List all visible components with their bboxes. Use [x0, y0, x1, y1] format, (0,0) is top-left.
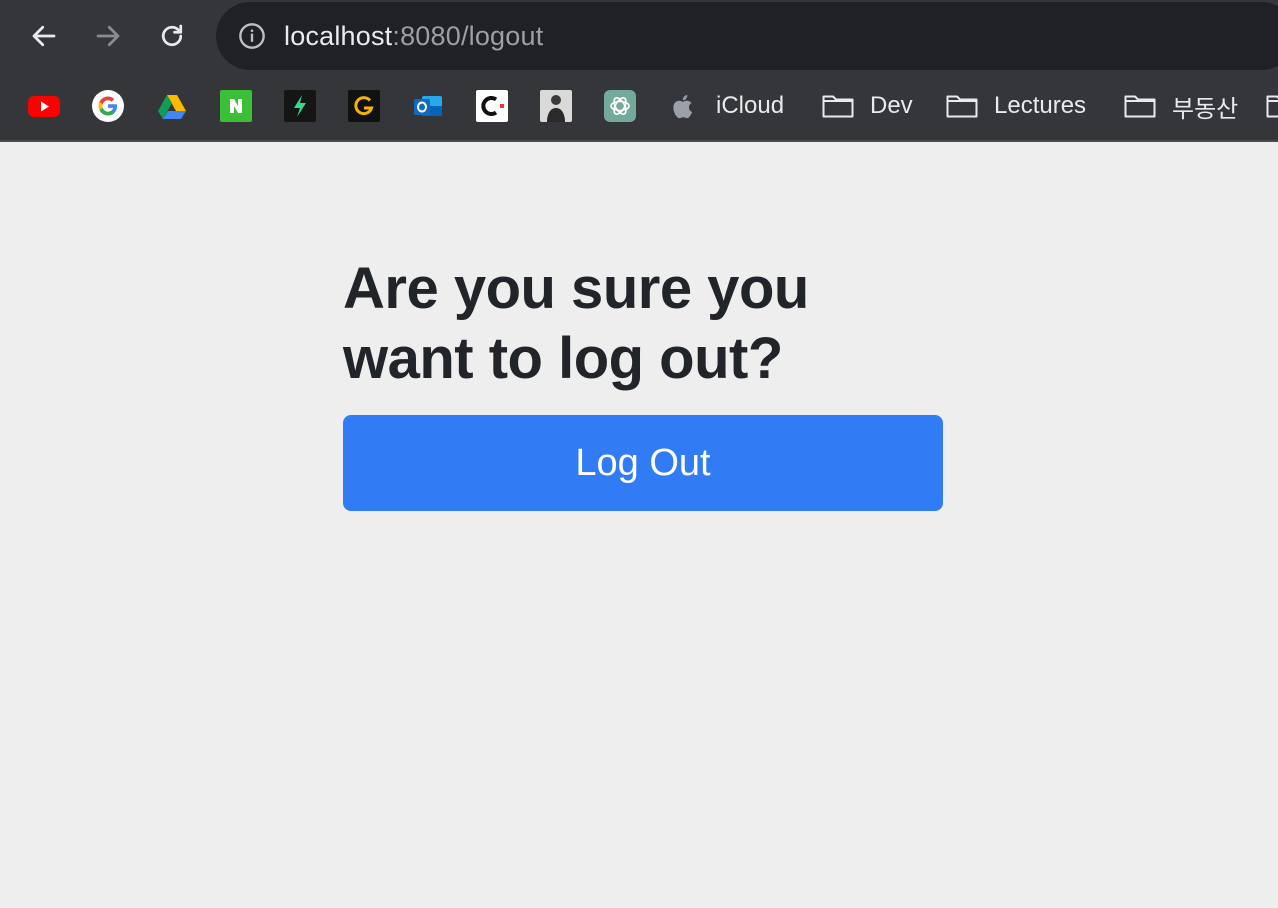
url-path: :8080/logout: [392, 21, 544, 51]
c-logo-icon: [476, 90, 508, 122]
bookmark-folder-partial[interactable]: [1266, 88, 1278, 124]
forward-button[interactable]: [86, 14, 130, 58]
logout-panel: Are you sure you want to log out?: [343, 254, 943, 394]
naver-icon: [220, 90, 252, 122]
bookmark-google[interactable]: [92, 90, 124, 122]
reload-button[interactable]: [150, 14, 194, 58]
bookmark-folder-lectures[interactable]: Lectures: [946, 88, 1086, 124]
bookmark-folder-label: 부동산: [1172, 95, 1239, 123]
reload-icon: [161, 24, 183, 47]
folder-icon: [946, 95, 978, 118]
bookmark-naver[interactable]: [220, 90, 252, 122]
forward-arrow-icon: [96, 25, 120, 47]
info-icon[interactable]: [238, 22, 266, 50]
bookmark-folder-real-estate[interactable]: 부동산: [1124, 88, 1238, 124]
folder-icon: [1124, 95, 1156, 118]
browser-toolbar: localhost:8080/logout: [0, 0, 1278, 72]
green-bolt-icon: [284, 90, 316, 122]
back-arrow-icon: [32, 25, 56, 47]
bookmark-c-logo[interactable]: [476, 90, 508, 122]
google-drive-icon: [158, 95, 186, 119]
folder-icon: [822, 95, 854, 118]
bookmark-youtube[interactable]: [28, 90, 60, 122]
chatgpt-icon: [604, 90, 636, 122]
bookmark-outlook[interactable]: [412, 90, 444, 122]
bookmark-green-bolt[interactable]: [284, 90, 316, 122]
address-bar[interactable]: localhost:8080/logout: [216, 2, 1278, 70]
profile-photo-icon: [540, 90, 572, 122]
bookmark-folder-label: Lectures: [994, 92, 1087, 119]
url-text: localhost:8080/logout: [284, 19, 543, 53]
bookmarks-bar: iCloud Dev Lectures 부동산: [0, 72, 1278, 142]
outlook-icon: [414, 96, 442, 116]
bookmark-google-drive[interactable]: [156, 90, 188, 122]
google-icon: [92, 90, 124, 122]
bookmark-icloud[interactable]: iCloud: [668, 88, 784, 124]
bookmark-icloud-label: iCloud: [716, 92, 785, 119]
youtube-icon: [28, 96, 60, 117]
gold-g-icon: [348, 90, 380, 122]
folder-icon: [1266, 95, 1278, 118]
back-button[interactable]: [22, 14, 66, 58]
page-title: Are you sure you want to log out?: [343, 256, 809, 391]
bookmark-gold-g[interactable]: [348, 90, 380, 122]
bookmark-folder-label: Dev: [870, 92, 913, 119]
url-host: localhost: [284, 21, 393, 51]
bookmark-folder-dev[interactable]: Dev: [822, 88, 913, 124]
apple-icon: [673, 95, 693, 119]
bookmark-profile-photo[interactable]: [540, 90, 572, 122]
logout-button[interactable]: Log Out: [343, 415, 943, 511]
bookmark-chatgpt[interactable]: [604, 90, 636, 122]
